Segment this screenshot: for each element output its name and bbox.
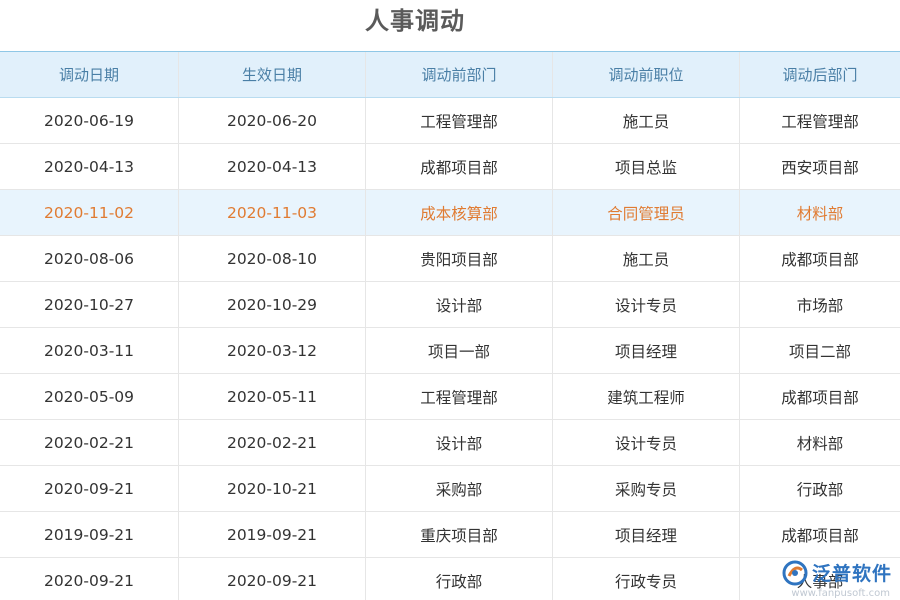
cell-effective-date: 2020-11-03	[179, 190, 366, 235]
cell-dept-after: 工程管理部	[781, 112, 859, 131]
cell-dept-after: 行政部	[796, 480, 844, 499]
column-header-dept-after[interactable]: 调动后部门	[740, 52, 900, 97]
cell-effective-date: 2020-10-29	[179, 282, 366, 327]
cell-transfer-date: 2020-06-19	[0, 98, 179, 143]
cell-effective-date: 2020-03-12	[179, 328, 366, 373]
table-row[interactable]: 2020-05-09 2020-05-11 工程管理部 建筑工程师 成都项目部	[0, 374, 900, 420]
cell-dept-before: 行政部	[366, 558, 553, 600]
cell-dept-before: 工程管理部	[366, 98, 553, 143]
table-row[interactable]: 2020-09-21 2020-10-21 采购部 采购专员 行政部	[0, 466, 900, 512]
column-header-effective-date[interactable]: 生效日期	[179, 52, 366, 97]
cell-position-before: 采购专员	[553, 466, 740, 511]
cell-dept-after: 材料部	[796, 434, 844, 453]
cell-transfer-date: 2019-09-21	[0, 512, 179, 557]
cell-effective-date: 2020-05-11	[179, 374, 366, 419]
cell-position-before: 施工员	[553, 236, 740, 281]
cell-dept-before: 贵阳项目部	[366, 236, 553, 281]
title-bar: 人事调动	[0, 0, 830, 50]
table-row[interactable]: 2020-02-21 2020-02-21 设计部 设计专员 材料部	[0, 420, 900, 466]
cell-dept-before: 成本核算部	[366, 190, 553, 235]
cell-effective-date: 2020-10-21	[179, 466, 366, 511]
table-row[interactable]: 2020-08-06 2020-08-10 贵阳项目部 施工员 成都项目部	[0, 236, 900, 282]
transfer-table: 调动日期 生效日期 调动前部门 调动前职位 调动后部门 2020-06-19 20…	[0, 51, 900, 600]
cell-position-before: 行政专员	[553, 558, 740, 600]
column-header-dept-before[interactable]: 调动前部门	[366, 52, 553, 97]
cell-transfer-date: 2020-04-13	[0, 144, 179, 189]
page-title: 人事调动	[365, 7, 465, 35]
cell-dept-after: 市场部	[796, 296, 844, 315]
cell-dept-after: 成都项目部	[781, 250, 859, 269]
page: 人事调动 调动日期 生效日期 调动前部门 调动前职位 调动后部门 2020-06…	[0, 0, 900, 600]
cell-effective-date: 2019-09-21	[179, 512, 366, 557]
brand-logo: 泛普软件	[782, 559, 892, 586]
cell-position-before: 合同管理员	[553, 190, 740, 235]
column-header-transfer-date[interactable]: 调动日期	[0, 52, 179, 97]
table-row[interactable]: 2020-06-19 2020-06-20 工程管理部 施工员 工程管理部	[0, 98, 900, 144]
cell-transfer-date: 2020-09-21	[0, 558, 179, 600]
cell-position-before: 项目经理	[553, 512, 740, 557]
cell-dept-before: 设计部	[366, 420, 553, 465]
table-row[interactable]: 2020-10-27 2020-10-29 设计部 设计专员 市场部	[0, 282, 900, 328]
cell-dept-before: 设计部	[366, 282, 553, 327]
cell-dept-after: 成都项目部	[781, 526, 859, 545]
cell-position-before: 设计专员	[553, 420, 740, 465]
cell-effective-date: 2020-04-13	[179, 144, 366, 189]
cell-effective-date: 2020-08-10	[179, 236, 366, 281]
cell-position-before: 项目经理	[553, 328, 740, 373]
table-body: 2020-06-19 2020-06-20 工程管理部 施工员 工程管理部 2020-04…	[0, 98, 900, 600]
cell-transfer-date: 2020-05-09	[0, 374, 179, 419]
column-header-position-before[interactable]: 调动前职位	[553, 52, 740, 97]
table-row[interactable]: 2019-09-21 2019-09-21 重庆项目部 项目经理 成都项目部	[0, 512, 900, 558]
cell-dept-after: 西安项目部	[781, 158, 859, 177]
cell-effective-date: 2020-09-21	[179, 558, 366, 600]
table-row[interactable]: 2020-11-02 2020-11-03 成本核算部 合同管理员 材料部	[0, 190, 900, 236]
table-row[interactable]: 2020-04-13 2020-04-13 成都项目部 项目总监 西安项目部	[0, 144, 900, 190]
fanpu-logo-icon	[782, 560, 808, 585]
cell-dept-before: 重庆项目部	[366, 512, 553, 557]
table-header: 调动日期 生效日期 调动前部门 调动前职位 调动后部门	[0, 52, 900, 98]
cell-dept-after: 成都项目部	[781, 388, 859, 407]
cell-transfer-date: 2020-10-27	[0, 282, 179, 327]
cell-position-before: 施工员	[553, 98, 740, 143]
table-row[interactable]: 2020-03-11 2020-03-12 项目一部 项目经理 项目二部	[0, 328, 900, 374]
cell-transfer-date: 2020-03-11	[0, 328, 179, 373]
cell-transfer-date: 2020-08-06	[0, 236, 179, 281]
cell-dept-before: 成都项目部	[366, 144, 553, 189]
cell-position-before: 设计专员	[553, 282, 740, 327]
cell-transfer-date: 2020-11-02	[0, 190, 179, 235]
cell-effective-date: 2020-02-21	[179, 420, 366, 465]
cell-dept-before: 采购部	[366, 466, 553, 511]
cell-dept-after: 材料部	[796, 204, 844, 223]
cell-position-before: 建筑工程师	[553, 374, 740, 419]
cell-dept-before: 项目一部	[366, 328, 553, 373]
cell-effective-date: 2020-06-20	[179, 98, 366, 143]
cell-transfer-date: 2020-02-21	[0, 420, 179, 465]
cell-dept-before: 工程管理部	[366, 374, 553, 419]
table-row[interactable]: 2020-09-21 2020-09-21 行政部 行政专员 人事部	[0, 558, 900, 600]
cell-position-before: 项目总监	[553, 144, 740, 189]
brand-url: www.fanpusoft.com	[791, 588, 890, 599]
cell-dept-after: 项目二部	[788, 342, 851, 361]
cell-transfer-date: 2020-09-21	[0, 466, 179, 511]
brand-name: 泛普软件	[811, 563, 892, 585]
